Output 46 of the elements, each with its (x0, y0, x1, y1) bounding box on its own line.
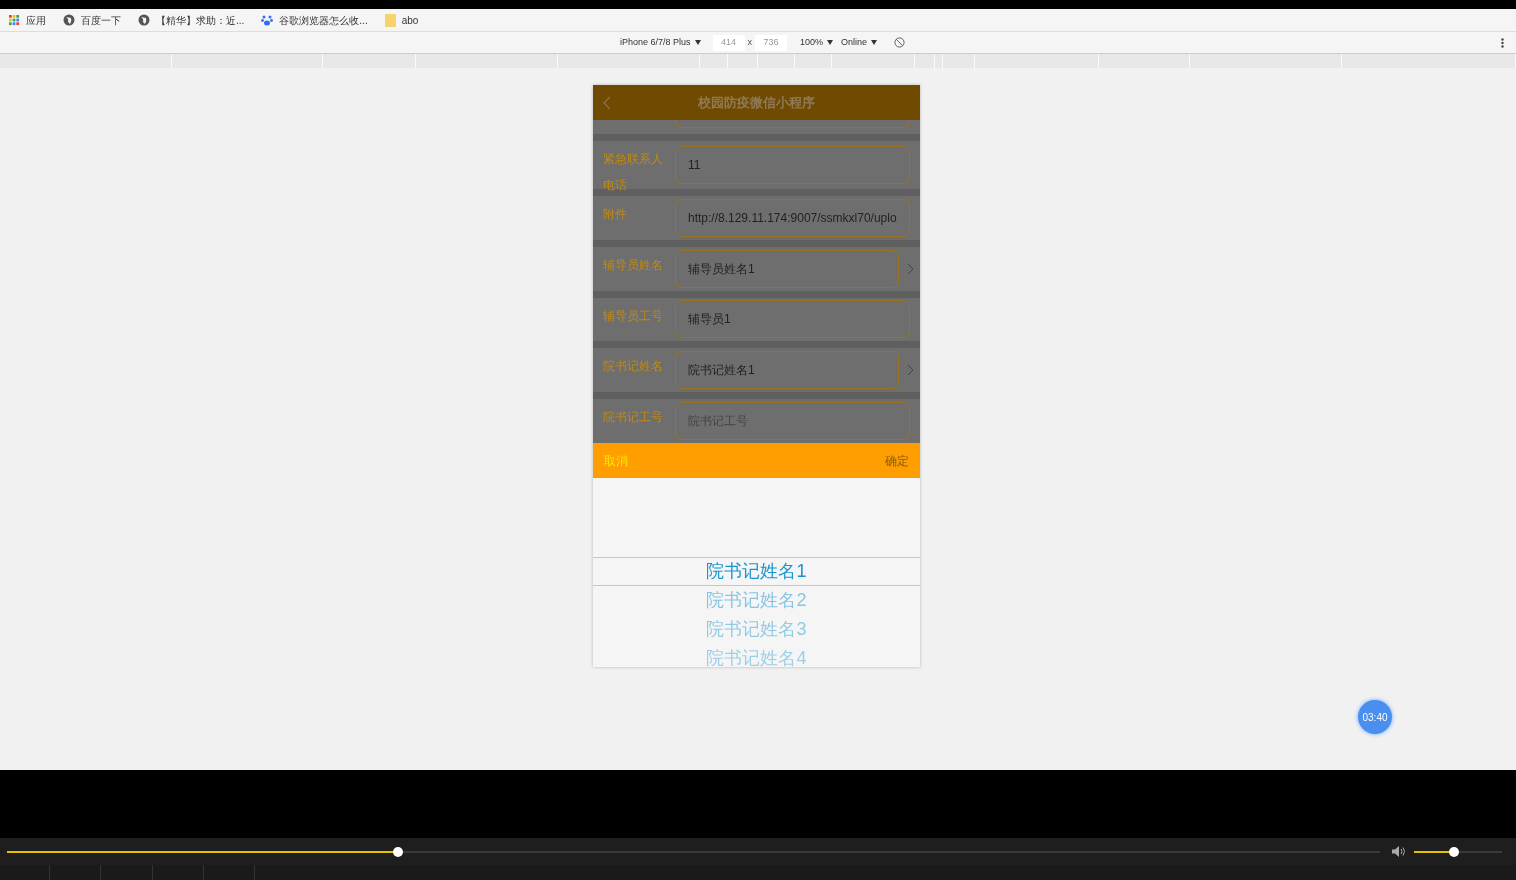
field-label: 辅导员工号 (603, 307, 664, 325)
volume-thumb[interactable] (1448, 846, 1459, 857)
rotate-icon[interactable] (894, 37, 906, 48)
globe-icon (63, 14, 75, 26)
caret-icon (827, 40, 834, 45)
input-field[interactable]: 11 (675, 146, 910, 184)
field-value: 辅导员姓名1 (688, 260, 755, 278)
confirm-button[interactable]: 确定 (885, 451, 909, 470)
paw-icon (261, 14, 274, 26)
zoom-dropdown[interactable]: 100% (800, 35, 834, 50)
field-label: 附件 (603, 206, 628, 223)
recording-timer: 03:40 (1358, 700, 1392, 734)
app-title: 校园防疫微信小程序 (697, 93, 816, 112)
field-value: 辅导员1 (688, 311, 731, 329)
picker-option[interactable]: 院书记姓名1 (593, 557, 920, 586)
height-field[interactable]: 736 (755, 34, 788, 51)
field-label: 院书记姓名 (603, 358, 664, 376)
input-field[interactable]: 辅导员姓名1 (675, 249, 899, 288)
speaker-icon[interactable] (1392, 846, 1406, 857)
width-field[interactable]: 414 (712, 34, 745, 51)
field-label: 紧急联系人电话 (603, 151, 664, 194)
field-label: 院书记工号 (603, 409, 664, 427)
dimension-separator: x (747, 35, 753, 49)
field-value: 院书记姓名1 (688, 362, 755, 380)
progress-thumb[interactable] (393, 846, 404, 857)
network-dropdown[interactable]: Online (841, 35, 878, 50)
field-value: 11 (688, 157, 701, 174)
globe-icon (138, 14, 150, 26)
cancel-button[interactable]: 取消 (604, 451, 628, 470)
field-value: http://8.129.11.174:9007/ssmkxl70/uplo (688, 209, 897, 227)
caret-icon (871, 40, 878, 45)
input-field[interactable]: 辅导员1 (675, 300, 910, 339)
field-label: 辅导员姓名 (603, 256, 664, 274)
more-options-icon[interactable] (1501, 37, 1504, 48)
picker-option[interactable]: 院书记姓名3 (593, 615, 920, 644)
bookmark[interactable]: 百度一下 (63, 12, 121, 28)
bookmark[interactable]: 【精华】求助：近... (138, 12, 245, 28)
bookmark[interactable]: abo (384, 12, 419, 28)
device-dropdown[interactable]: iPhone 6/7/8 Plus (620, 35, 701, 50)
bookmark[interactable]: 谷歌浏览器怎么收... (261, 12, 368, 28)
folder-icon (384, 13, 396, 27)
input-field[interactable]: 院书记姓名1 (675, 351, 899, 390)
caret-icon (694, 40, 701, 45)
input-field[interactable]: http://8.129.11.174:9007/ssmkxl70/uplo (675, 198, 910, 237)
bookmark[interactable]: 应用 (9, 12, 46, 28)
apps-grid-icon (9, 14, 20, 26)
